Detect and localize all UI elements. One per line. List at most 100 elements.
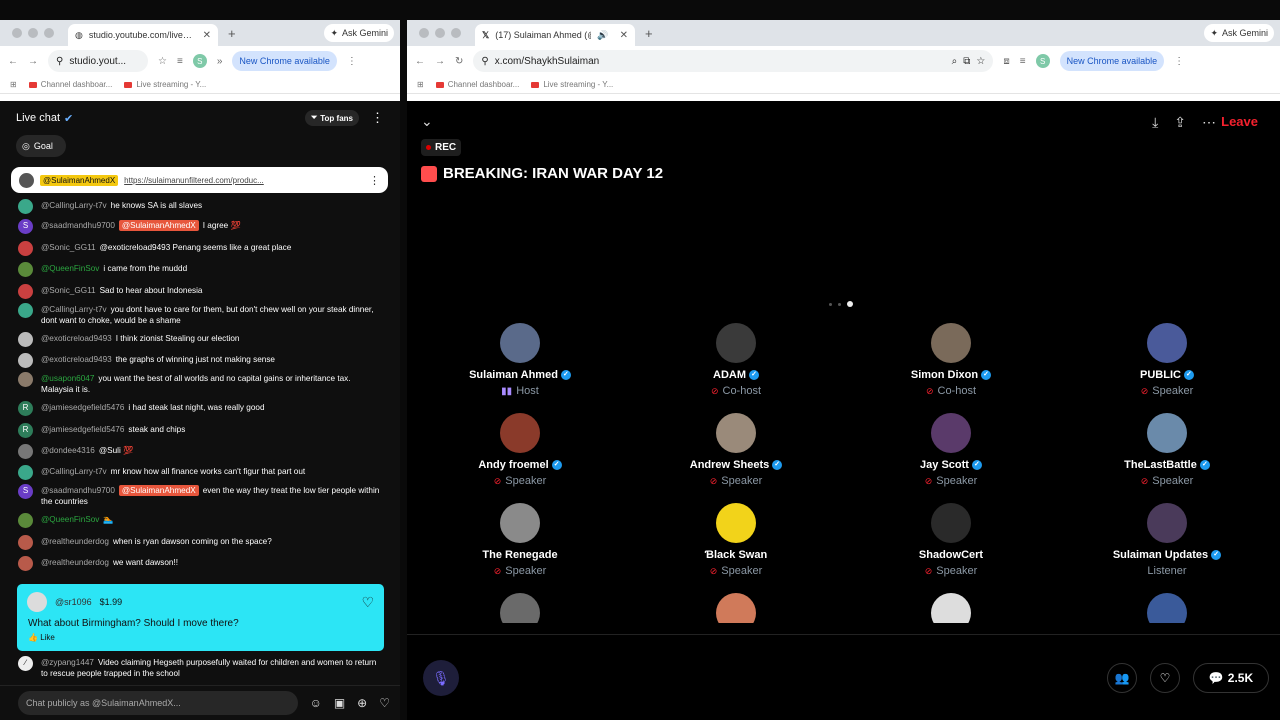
list-item: @CallingLarry-t7v mr know how all finance… — [0, 465, 400, 480]
super-chat[interactable]: @sr1096 $1.99 ♡ What about Birmingham? S… — [17, 584, 384, 651]
chevron-down-icon[interactable]: ⌄ — [421, 113, 433, 130]
new-tab-button[interactable]: + — [645, 26, 653, 41]
message-author: @realtheunderdog — [41, 537, 109, 546]
heart-icon[interactable]: ♡ — [379, 696, 390, 710]
participant[interactable]: ShadowCert ⊘ Speaker — [876, 503, 1026, 577]
top-fans-button[interactable]: ⏷ Top fans — [304, 110, 359, 126]
new-chrome-button[interactable]: New Chrome available — [232, 51, 337, 71]
muted-mic-icon: ⊘ — [709, 565, 718, 576]
pinned-link[interactable]: https://sulaimanunfiltered.com/produc... — [124, 176, 264, 185]
bookmark-star-icon[interactable]: ☆ — [158, 56, 167, 67]
host-audio-icon: ▮▮ — [501, 385, 513, 397]
message-author: @CallingLarry-t7v — [41, 467, 107, 476]
page-indicator — [829, 301, 853, 307]
address-bar[interactable]: ⚲ studio.yout... — [48, 50, 148, 72]
cast-icon[interactable]: ≡ — [177, 56, 183, 67]
list-item: @exoticreload9493 I think zionist Stealin… — [0, 332, 400, 347]
bookmark-channel-dashboard[interactable]: Channel dashboar... — [28, 80, 112, 89]
siren-icon — [421, 165, 437, 182]
back-icon[interactable]: ← — [415, 56, 425, 67]
profile-avatar[interactable]: S — [192, 54, 207, 68]
window-controls[interactable] — [419, 28, 461, 38]
ask-gemini-button[interactable]: ✦ Ask Gemini — [324, 24, 394, 42]
zoom-icon[interactable]: ⌕ — [952, 56, 958, 67]
participant[interactable]: Andy froemel ✓ ⊘ Speaker — [445, 413, 595, 487]
participant[interactable] — [876, 593, 1026, 623]
profile-avatar[interactable]: S — [1035, 54, 1050, 68]
add-icon[interactable]: ⊕ — [357, 696, 367, 710]
site-info-icon[interactable]: ⚲ — [56, 56, 63, 67]
menu-icon[interactable]: ⋮ — [347, 56, 357, 67]
microphone-button[interactable]: 🎙 — [423, 660, 459, 696]
apps-icon[interactable]: ⊞ — [10, 80, 17, 89]
bookmark-channel-dashboard[interactable]: Channel dashboar... — [435, 80, 519, 89]
participant[interactable]: Sulaiman Ahmed ✓ ▮▮ Host — [445, 323, 595, 397]
back-icon[interactable]: ← — [8, 56, 18, 67]
live-chat-title: Live chat — [16, 112, 61, 124]
tab-search-icon[interactable]: ⧈ — [1003, 56, 1009, 67]
new-tab-button[interactable]: + — [228, 26, 236, 41]
message-text: steak and chips — [128, 425, 186, 434]
cast-icon[interactable]: ≡ — [1020, 56, 1026, 67]
bookmark-live-streaming[interactable]: Live streaming - Y... — [531, 80, 613, 89]
forward-icon[interactable]: → — [435, 56, 445, 67]
participant[interactable]: TheLastBattle ✓ ⊘ Speaker — [1092, 413, 1242, 487]
message-author: @dondee4316 — [41, 446, 95, 455]
menu-icon[interactable]: ⋮ — [1174, 56, 1184, 67]
participant[interactable]: Andrew Sheets ✓ ⊘ Speaker — [661, 413, 811, 487]
close-tab-icon[interactable]: ✕ — [203, 30, 211, 41]
message-author: @jamiesedgefield5476 — [41, 425, 125, 434]
participant-name: Sulaiman Ahmed — [469, 369, 558, 381]
tab-x[interactable]: 𝕏 (17) Sulaiman Ahmed (@S 🔊 ✕ — [475, 24, 635, 46]
live-chat-header: Live chat ✔ ⏷ Top fans ⋮ — [0, 101, 400, 135]
site-info-icon[interactable]: ⚲ — [481, 56, 488, 67]
ask-gemini-button[interactable]: ✦ Ask Gemini — [1204, 24, 1274, 42]
goal-button[interactable]: ◎ Goal — [16, 135, 66, 157]
emoji-icon[interactable]: ☺ — [310, 696, 322, 710]
participant[interactable]: Simon Dixon ✓ ⊘ Co-host — [876, 323, 1026, 397]
share-icon[interactable]: ⇪ — [1174, 114, 1186, 131]
pinned-message[interactable]: @SulaimanAhmedX https://sulaimanunfilter… — [11, 167, 388, 193]
participant[interactable]: Jay Scott ✓ ⊘ Speaker — [876, 413, 1026, 487]
speaker-icon[interactable]: 🔊 — [597, 30, 608, 41]
bookmark-live-streaming[interactable]: Live streaming - Y... — [124, 80, 206, 89]
leave-button[interactable]: Leave — [1221, 114, 1258, 129]
window-controls[interactable] — [12, 28, 54, 38]
close-tab-icon[interactable]: ✕ — [620, 30, 628, 41]
participant[interactable]: ADAM ✓ ⊘ Co-host — [661, 323, 811, 397]
tab-live-chat[interactable]: ◍ studio.youtube.com/live_chat ✕ — [68, 24, 218, 46]
participant[interactable] — [661, 593, 811, 623]
bookmark-star-icon[interactable]: ☆ — [976, 56, 985, 67]
verified-icon: ✓ — [1211, 550, 1222, 560]
heart-icon[interactable]: ♡ — [361, 594, 374, 611]
avatar — [500, 323, 540, 363]
pinned-menu-icon[interactable]: ⋮ — [369, 174, 380, 187]
more-options-icon[interactable]: ⋮ — [371, 110, 384, 126]
people-button[interactable]: 👥 — [1107, 663, 1137, 693]
chat-input[interactable]: Chat publicly as @SulaimanAhmedX... — [18, 691, 298, 715]
comments-button[interactable]: 💬 2.5K — [1193, 663, 1269, 693]
like-button[interactable]: 👍 Like — [28, 633, 55, 642]
apps-icon[interactable]: ⊞ — [417, 80, 424, 89]
message-text: he knows SA is all slaves — [110, 201, 203, 210]
participant[interactable]: Ɓlack Swan ⊘ Speaker — [661, 503, 811, 577]
more-tabs-icon[interactable]: » — [217, 56, 223, 67]
participant[interactable] — [445, 593, 595, 623]
minimize-icon[interactable]: ⤓ — [1152, 114, 1158, 131]
forward-icon[interactable]: → — [28, 56, 38, 67]
participant-role: Speaker — [936, 565, 978, 577]
participant[interactable]: Sulaiman Updates ✓ Listener — [1092, 503, 1242, 577]
reaction-button[interactable]: ♡ — [1150, 663, 1180, 693]
participant[interactable]: PUBLIC ✓ ⊘ Speaker — [1092, 323, 1242, 397]
super-chat-icon[interactable]: ▣ — [334, 696, 345, 710]
reload-icon[interactable]: ↻ — [455, 56, 463, 67]
target-icon: ◎ — [22, 140, 30, 151]
participant[interactable]: The Renegade ⊘ Speaker — [445, 503, 595, 577]
avatar — [716, 323, 756, 363]
avatar — [1147, 593, 1187, 623]
new-chrome-button[interactable]: New Chrome available — [1059, 51, 1165, 71]
install-icon[interactable]: ⧉ — [963, 56, 970, 67]
address-bar[interactable]: ⚲ x.com/ShaykhSulaiman ⌕ ⧉ ☆ — [473, 50, 994, 72]
more-options-icon[interactable]: ⋯ — [1202, 114, 1216, 131]
participant[interactable] — [1092, 593, 1242, 623]
